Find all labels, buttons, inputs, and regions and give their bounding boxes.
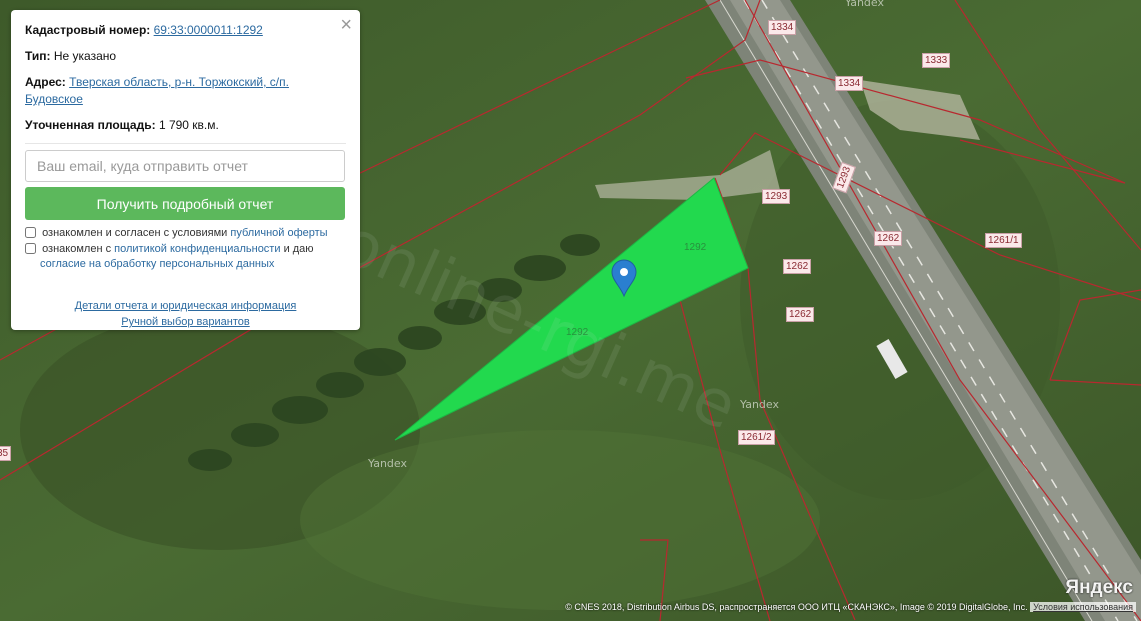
manual-selection-link[interactable]: Ручной выбор вариантов bbox=[121, 316, 249, 328]
area-row: Уточненная площадь: 1 790 кв.м. bbox=[25, 117, 346, 134]
plot-label[interactable]: 1262 bbox=[874, 231, 903, 246]
area-label: Уточненная площадь: bbox=[25, 118, 156, 132]
offer-consent-text: ознакомлен и согласен с условиями bbox=[42, 227, 228, 239]
email-input[interactable] bbox=[25, 150, 345, 182]
cadastral-label: Кадастровый номер: bbox=[25, 23, 151, 37]
type-label: Тип: bbox=[25, 49, 51, 63]
yandex-mark: Yandex bbox=[740, 398, 779, 411]
personal-data-link[interactable]: согласие на обработку персональных данны… bbox=[25, 257, 346, 272]
plot-label-selected: 1292 bbox=[566, 327, 589, 338]
yandex-mark: Yandex bbox=[368, 457, 407, 470]
address-row: Адрес: Тверская область, р-н. Торжокский… bbox=[25, 74, 346, 108]
plot-label[interactable]: 35 bbox=[0, 446, 12, 461]
type-value: Не указано bbox=[53, 49, 117, 63]
map-attribution: © CNES 2018, Distribution Airbus DS, рас… bbox=[565, 602, 1136, 612]
privacy-policy-link[interactable]: политикой конфиденциальности bbox=[114, 243, 280, 255]
plot-label[interactable]: 1261/1 bbox=[985, 233, 1022, 248]
cadastral-row: Кадастровый номер: 69:33:0000011:1292 bbox=[25, 22, 346, 39]
privacy-consent-mid: и даю bbox=[283, 243, 314, 255]
yandex-logo: Яндекс bbox=[1065, 577, 1133, 598]
plot-info-card: × Кадастровый номер: 69:33:0000011:1292 … bbox=[11, 10, 360, 330]
plot-label[interactable]: 1262 bbox=[786, 307, 815, 322]
plot-label-selected: 1292 bbox=[684, 242, 707, 253]
close-icon[interactable]: × bbox=[340, 14, 352, 36]
get-report-button[interactable]: Получить подробный отчет bbox=[25, 187, 345, 220]
report-details-link[interactable]: Детали отчета и юридическая информация bbox=[75, 300, 297, 312]
plot-label[interactable]: 1262 bbox=[783, 259, 812, 274]
plot-label[interactable]: 1333 bbox=[922, 53, 951, 68]
plot-label[interactable]: 1293 bbox=[762, 189, 791, 204]
plot-label[interactable]: 1334 bbox=[768, 20, 797, 35]
offer-consent: ознакомлен и согласен с условиями публич… bbox=[25, 226, 346, 241]
type-row: Тип: Не указано bbox=[25, 48, 346, 65]
divider bbox=[25, 143, 346, 144]
privacy-consent-checkbox[interactable] bbox=[25, 243, 36, 254]
cadastral-number-link[interactable]: 69:33:0000011:1292 bbox=[154, 23, 263, 37]
privacy-consent: ознакомлен с политикой конфиденциальност… bbox=[25, 242, 346, 272]
attribution-text: © CNES 2018, Distribution Airbus DS, рас… bbox=[565, 602, 1028, 612]
offer-link[interactable]: публичной оферты bbox=[230, 227, 327, 239]
address-label: Адрес: bbox=[25, 75, 66, 89]
privacy-consent-text: ознакомлен с bbox=[42, 243, 112, 255]
plot-label[interactable]: 1261/2 bbox=[738, 430, 775, 445]
terms-of-use-link[interactable]: Условия использования bbox=[1030, 602, 1136, 612]
offer-consent-checkbox[interactable] bbox=[25, 227, 36, 238]
plot-label[interactable]: 1334 bbox=[835, 76, 864, 91]
card-links: Детали отчета и юридическая информация Р… bbox=[25, 298, 346, 330]
area-value: 1 790 кв.м. bbox=[158, 118, 219, 132]
yandex-mark: Yandex bbox=[845, 0, 884, 9]
